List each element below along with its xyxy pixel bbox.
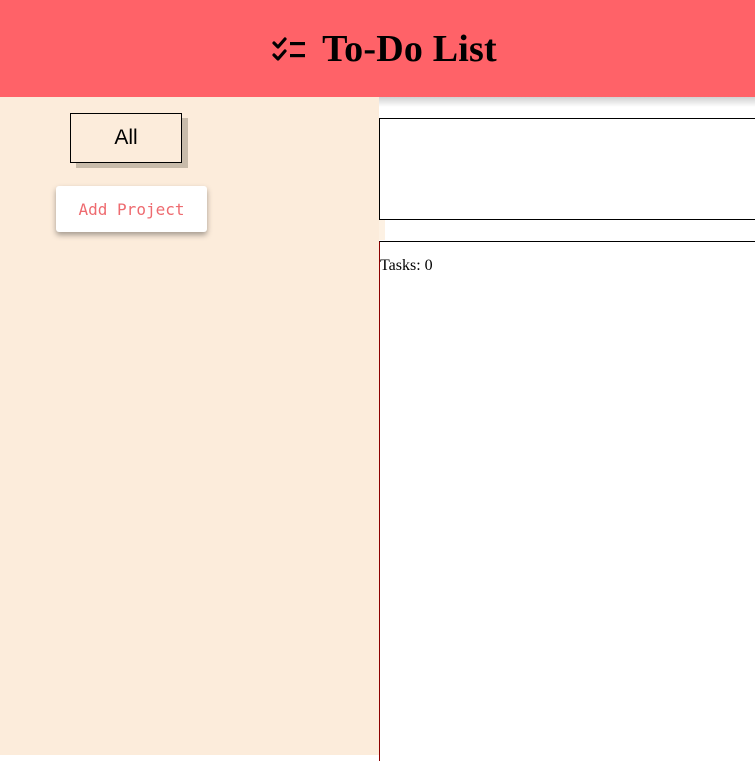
tasks-counter: Tasks: 0	[380, 257, 433, 275]
app-header: To-Do List	[0, 0, 755, 97]
tasks-panel: Tasks: 0	[379, 241, 755, 761]
page-title: To-Do List	[322, 27, 497, 70]
add-project-button[interactable]: Add Project	[56, 186, 207, 232]
all-projects-button[interactable]: All	[70, 113, 182, 163]
project-sidebar: All Add Project	[0, 97, 379, 755]
divider	[379, 220, 385, 240]
checklist-icon	[272, 34, 308, 64]
header-shadow	[379, 97, 755, 107]
task-input-area[interactable]	[379, 118, 755, 220]
tasks-label: Tasks:	[380, 257, 421, 274]
tasks-count-value: 0	[424, 257, 433, 274]
